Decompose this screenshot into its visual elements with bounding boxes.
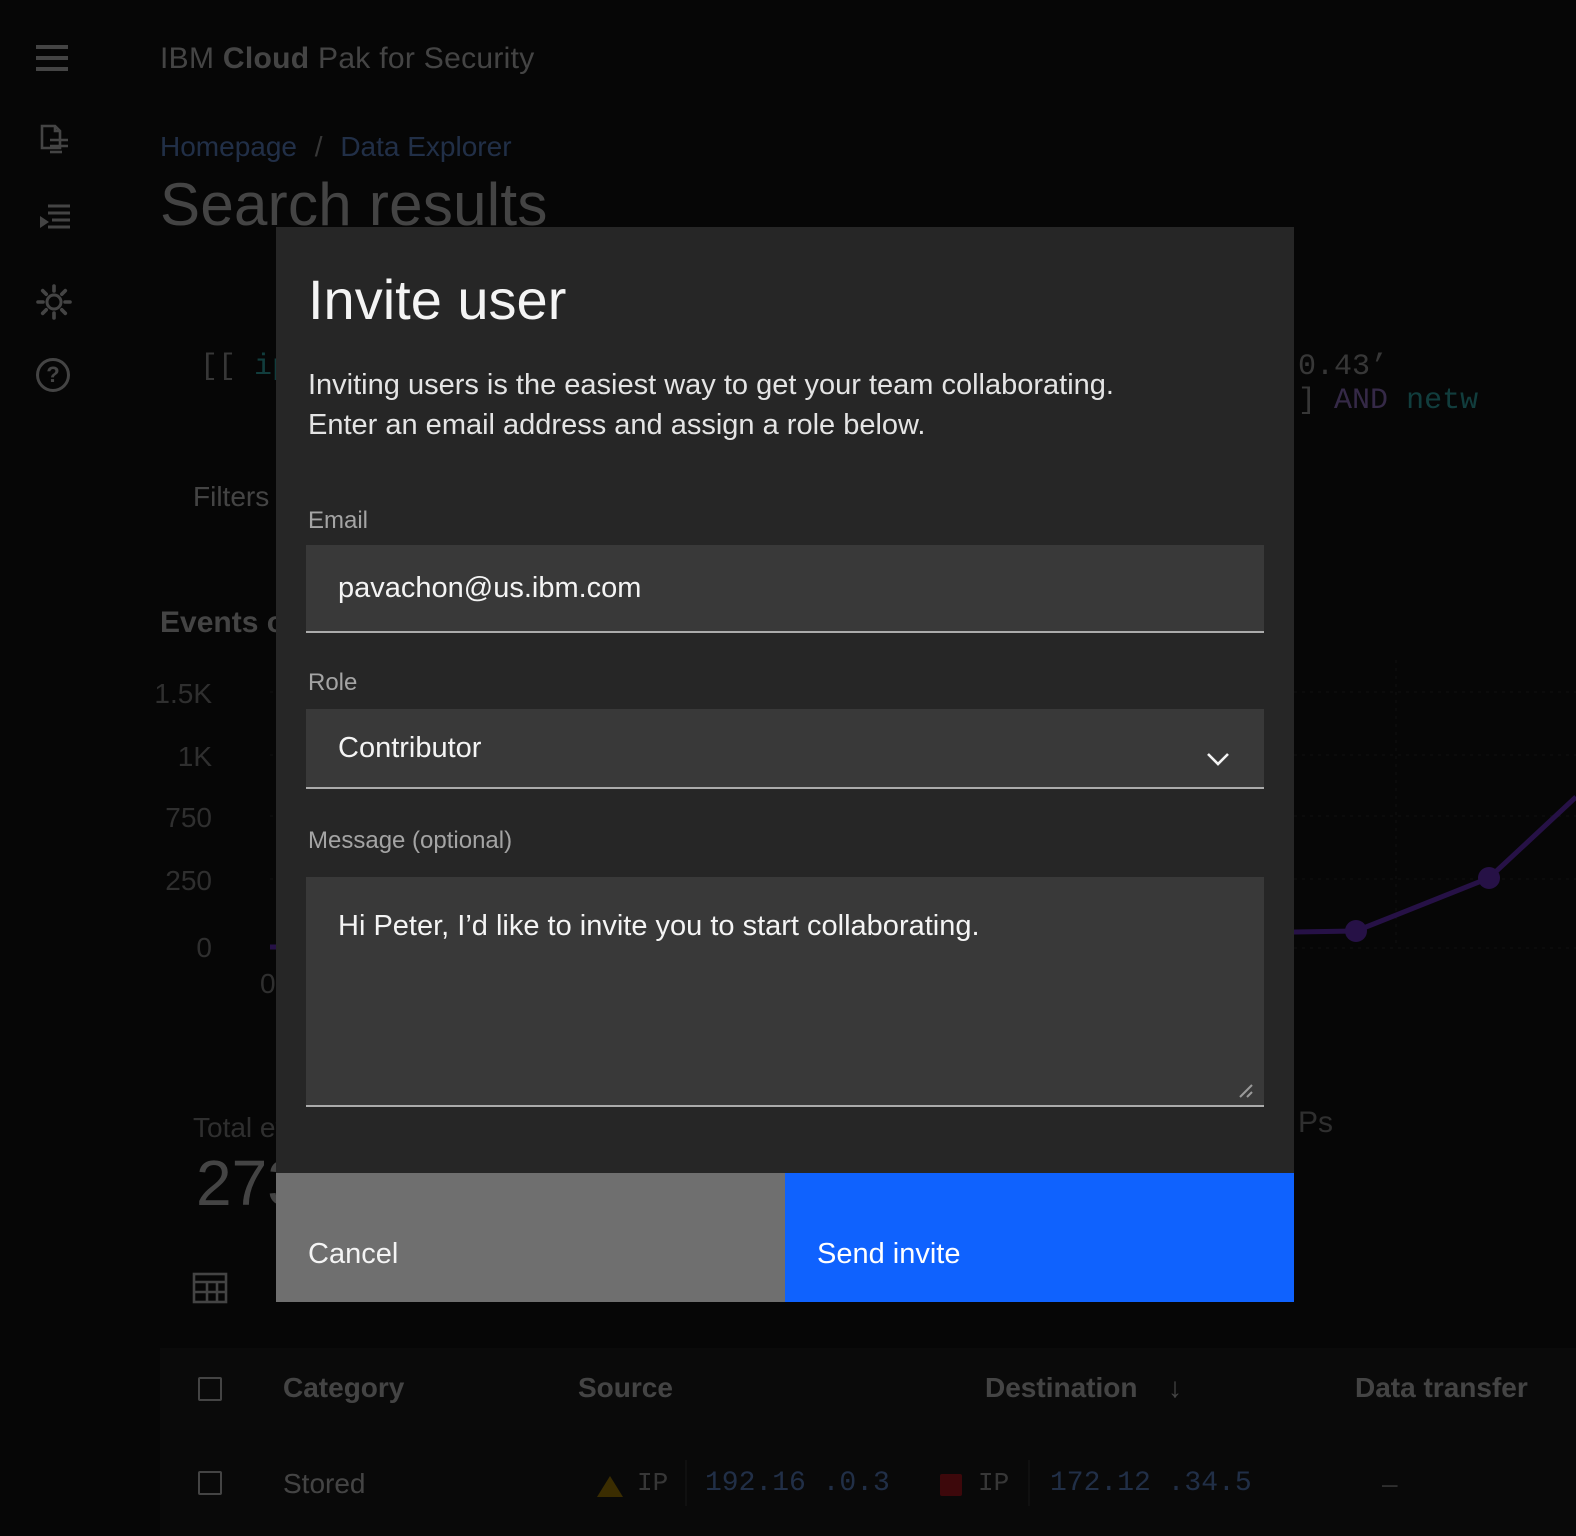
role-select[interactable]: Contributor [306,709,1264,789]
chevron-down-icon [1206,741,1230,774]
send-invite-button[interactable]: Send invite [785,1173,1294,1302]
role-label: Role [308,669,357,697]
message-label: Message (optional) [308,827,512,855]
modal-footer: Cancel Send invite [276,1173,1294,1302]
resize-handle-icon[interactable] [1234,1079,1254,1104]
modal-title: Invite user [308,267,566,332]
modal-description: Inviting users is the easiest way to get… [308,365,1114,445]
email-field[interactable] [306,545,1264,633]
app-window: ? IBM Cloud Pak for Security Homepage / … [0,0,1576,1536]
message-textarea[interactable]: Hi Peter, I’d like to invite you to star… [306,877,1264,1107]
cancel-button[interactable]: Cancel [276,1173,785,1302]
role-selected-value: Contributor [338,732,481,765]
email-label: Email [308,507,368,535]
invite-user-modal: Invite user Inviting users is the easies… [276,227,1294,1302]
